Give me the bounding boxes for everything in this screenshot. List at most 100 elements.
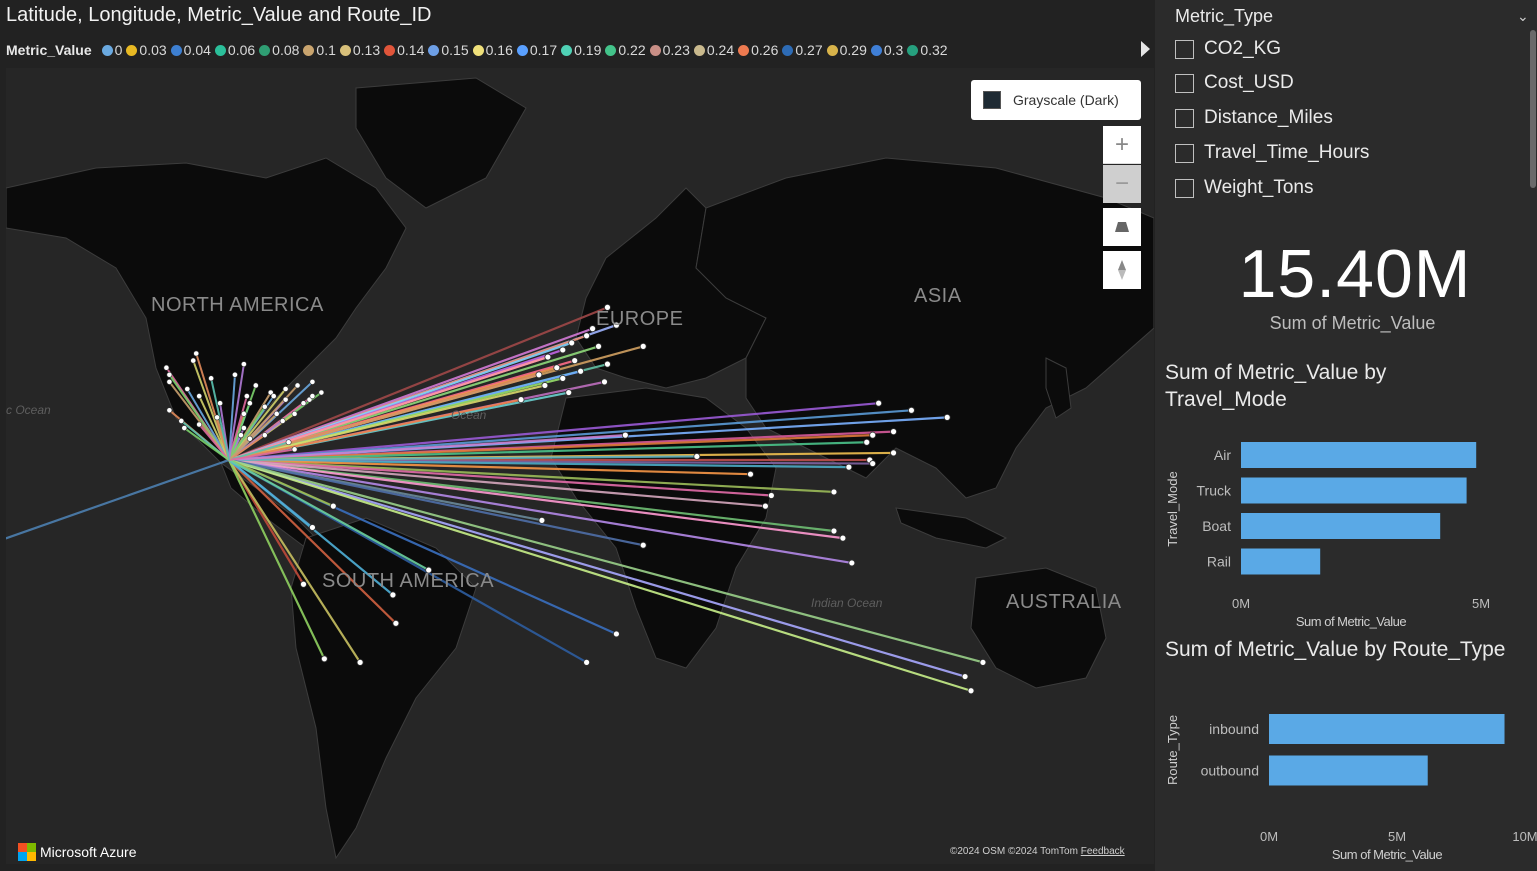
legend-item[interactable]: 0.13 — [339, 42, 380, 58]
route-endpoint[interactable] — [178, 418, 185, 424]
route-endpoint[interactable] — [544, 353, 552, 361]
route-endpoint[interactable] — [252, 382, 259, 389]
travel-mode-bar-chart[interactable]: Air Truck Boat Rail 0M 5M Sum of Metric_Value T… — [1155, 425, 1537, 635]
route-endpoint[interactable] — [577, 367, 585, 375]
route-endpoint[interactable] — [693, 453, 701, 460]
route-endpoint[interactable] — [243, 393, 250, 399]
route-endpoint[interactable] — [320, 655, 328, 663]
legend-item[interactable]: 0.22 — [605, 42, 646, 58]
route-endpoint[interactable] — [279, 418, 286, 424]
route-endpoint[interactable] — [240, 410, 247, 417]
route-endpoint[interactable] — [848, 559, 856, 567]
legend-item[interactable]: 0.19 — [561, 42, 601, 58]
slicer-item-distance-miles[interactable]: Distance_Miles — [1175, 106, 1333, 130]
route-endpoint[interactable] — [261, 432, 268, 439]
route-endpoint[interactable] — [565, 389, 573, 396]
feedback-link[interactable]: Feedback — [1081, 846, 1125, 857]
route-line[interactable] — [6, 458, 230, 542]
legend-item[interactable]: 0.14 — [384, 42, 424, 58]
route-endpoint[interactable] — [166, 371, 173, 378]
slicer-scrollbar[interactable] — [1530, 30, 1536, 188]
route-endpoint[interactable] — [246, 400, 253, 407]
route-endpoint[interactable] — [309, 393, 316, 399]
route-endpoint[interactable] — [979, 658, 987, 666]
chevron-down-icon[interactable]: ⌄ — [1517, 8, 1529, 25]
legend-item[interactable]: 0.08 — [259, 42, 299, 58]
map-style-button[interactable]: Grayscale (Dark) — [971, 80, 1141, 120]
route-endpoint[interactable] — [163, 364, 170, 371]
map-svg[interactable] — [6, 68, 1154, 864]
route-endpoint[interactable] — [762, 502, 769, 510]
route-endpoint[interactable] — [166, 407, 173, 414]
route-endpoint[interactable] — [830, 488, 838, 496]
route-endpoint[interactable] — [184, 386, 191, 392]
zoom-out-button[interactable]: − — [1103, 165, 1141, 203]
route-endpoint[interactable] — [238, 432, 244, 439]
route-endpoint[interactable] — [246, 435, 253, 442]
route-endpoint[interactable] — [214, 414, 220, 421]
map-visual[interactable]: Latitude, Longitude, Metric_Value and Ro… — [0, 0, 1155, 871]
slicer-item-travel-time-hours[interactable]: Travel_Time_Hours — [1175, 141, 1369, 165]
route-endpoint[interactable] — [291, 446, 298, 453]
route-endpoint[interactable] — [568, 339, 576, 347]
route-endpoint[interactable] — [639, 541, 647, 549]
route-endpoint[interactable] — [869, 431, 877, 439]
route-endpoint[interactable] — [291, 410, 298, 417]
route-endpoint[interactable] — [190, 357, 197, 364]
checkbox[interactable] — [1175, 39, 1194, 59]
route-endpoint[interactable] — [890, 428, 897, 436]
route-endpoint[interactable] — [943, 413, 951, 421]
bar[interactable] — [1269, 755, 1428, 786]
route-endpoint[interactable] — [747, 470, 754, 478]
legend-item[interactable]: 0.23 — [649, 42, 690, 58]
route-endpoint[interactable] — [553, 364, 561, 372]
route-endpoint[interactable] — [273, 410, 280, 417]
map-canvas[interactable]: NORTH AMERICA EUROPE ASIA SOUTH AMERICA … — [6, 68, 1154, 864]
route-endpoint[interactable] — [604, 360, 611, 368]
legend-item[interactable]: 0 — [101, 42, 122, 58]
route-endpoint[interactable] — [309, 378, 316, 385]
legend-item[interactable]: 0.24 — [693, 42, 734, 58]
route-endpoint[interactable] — [208, 375, 215, 382]
legend-item[interactable]: 0.04 — [170, 42, 211, 58]
bar[interactable] — [1241, 513, 1441, 539]
route-endpoint[interactable] — [890, 449, 897, 457]
checkbox[interactable] — [1175, 178, 1194, 198]
bar[interactable] — [1241, 442, 1477, 468]
checkbox[interactable] — [1175, 108, 1194, 128]
route-endpoint[interactable] — [639, 342, 647, 350]
route-endpoint[interactable] — [830, 527, 838, 535]
route-endpoint[interactable] — [535, 371, 543, 379]
slicer-item-weight-tons[interactable]: Weight_Tons — [1175, 176, 1314, 200]
legend-item[interactable]: 0.3 — [870, 42, 903, 58]
route-endpoint[interactable] — [541, 382, 549, 389]
route-endpoint[interactable] — [767, 492, 775, 499]
route-endpoint[interactable] — [193, 350, 200, 357]
route-type-bar-chart[interactable]: inbound outbound 0M 5M 10M Sum of Metric_Valu… — [1155, 690, 1537, 868]
route-endpoint[interactable] — [261, 403, 268, 410]
route-endpoint[interactable] — [961, 673, 969, 680]
route-endpoint[interactable] — [839, 534, 847, 542]
legend-next-arrow-icon[interactable] — [1141, 41, 1150, 57]
route-endpoint[interactable] — [571, 357, 579, 365]
route-endpoint[interactable] — [196, 393, 203, 399]
route-endpoint[interactable] — [595, 342, 602, 350]
route-endpoint[interactable] — [559, 346, 567, 354]
legend-item[interactable]: 0.17 — [516, 42, 557, 58]
route-endpoint[interactable] — [309, 524, 316, 531]
route-endpoint[interactable] — [329, 502, 337, 510]
route-endpoint[interactable] — [300, 580, 307, 588]
checkbox[interactable] — [1175, 143, 1194, 163]
bar[interactable] — [1241, 548, 1321, 575]
route-endpoint[interactable] — [601, 378, 608, 386]
compass-button[interactable] — [1103, 251, 1141, 289]
bar[interactable] — [1269, 714, 1505, 744]
route-endpoint[interactable] — [240, 361, 247, 368]
legend-item[interactable]: 0.32 — [907, 42, 948, 58]
route-endpoint[interactable] — [845, 463, 853, 471]
route-endpoint[interactable] — [967, 687, 975, 695]
legend-item[interactable]: 0.15 — [428, 42, 469, 58]
route-endpoint[interactable] — [538, 516, 546, 524]
route-endpoint[interactable] — [294, 382, 301, 389]
route-endpoint[interactable] — [908, 406, 915, 414]
